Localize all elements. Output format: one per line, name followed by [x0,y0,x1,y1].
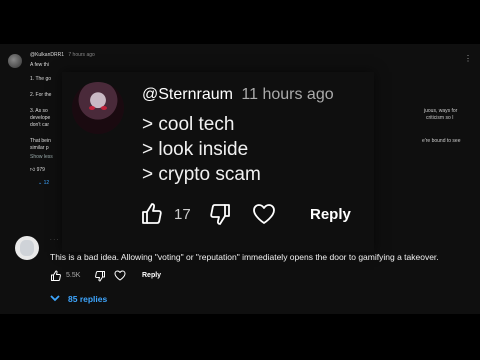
comments-panel: @KulkanDRR1 7 hours ago ⋮ A few thi 1. T… [0,44,480,314]
reply-button[interactable]: Reply [310,206,351,223]
comment-author[interactable]: @Sternraum [142,86,233,103]
avatar-eye [89,106,95,110]
comment-text-line: > look inside [142,139,249,160]
comment-author[interactable]: . . . [50,236,58,242]
heart-icon[interactable] [114,270,126,281]
like-count: 17 [174,206,191,223]
comment-text-line: That bein [30,138,51,144]
comment-timestamp: 11 hours ago [241,86,334,103]
thumb-down-icon[interactable] [94,270,106,282]
comment-timestamp: 7 hours ago [68,52,95,58]
replies-count: 85 replies [68,294,108,304]
view-replies-button[interactable]: ⌄ 12 [38,180,49,186]
highlighted-comment-card: @Sternraum 11 hours ago > cool tech > lo… [62,72,374,252]
chevron-down-icon: ⌄ [38,180,43,186]
comment-text-line: develope [30,115,51,121]
replies-count: 12 [43,180,50,186]
like-count: 979 [36,167,45,173]
more-vertical-icon[interactable]: ⋮ [464,54,472,63]
comment-text-line: > cool tech [142,114,235,135]
avatar[interactable] [15,236,39,260]
comment-text-fragment: criticism so I [426,115,454,121]
reply-button[interactable]: Reply [142,272,161,279]
chevron-down-icon [50,294,60,304]
thumb-up-icon[interactable] [140,202,164,226]
comment: . . . This is a bad idea. Allowing "voti… [0,236,480,314]
avatar-face [20,240,34,256]
view-replies-button[interactable]: 85 replies [50,294,107,304]
comment-text-line: 2. For the [30,92,52,98]
comment-text: This is a bad idea. Allowing "voting" or… [50,252,439,262]
show-less-link[interactable]: Show less [30,154,53,160]
avatar-eye [101,106,107,110]
comment-author[interactable]: @KulkanDRR1 [30,52,64,58]
comment-text-line: 1. The go [30,76,52,82]
comment-text-line: 3. As so [30,108,48,114]
comment-text-line: A few thi [30,62,49,68]
avatar[interactable] [72,82,124,134]
like-count: 5.5K [66,272,81,279]
avatar[interactable] [8,54,22,68]
heart-icon[interactable] [252,203,276,225]
thumb-down-icon[interactable] [208,202,232,226]
thumb-up-icon[interactable] [50,270,62,282]
comment-text-line: don't car [30,122,50,128]
comment-text-line: > crypto scam [142,164,261,185]
comment-text-line: similar p [30,145,49,151]
thumb-up-icon[interactable]: 👍︎ [30,167,35,173]
comment-text-fragment: e're bound to see [422,138,461,144]
comment-text-fragment: juous, ways for [424,108,458,114]
